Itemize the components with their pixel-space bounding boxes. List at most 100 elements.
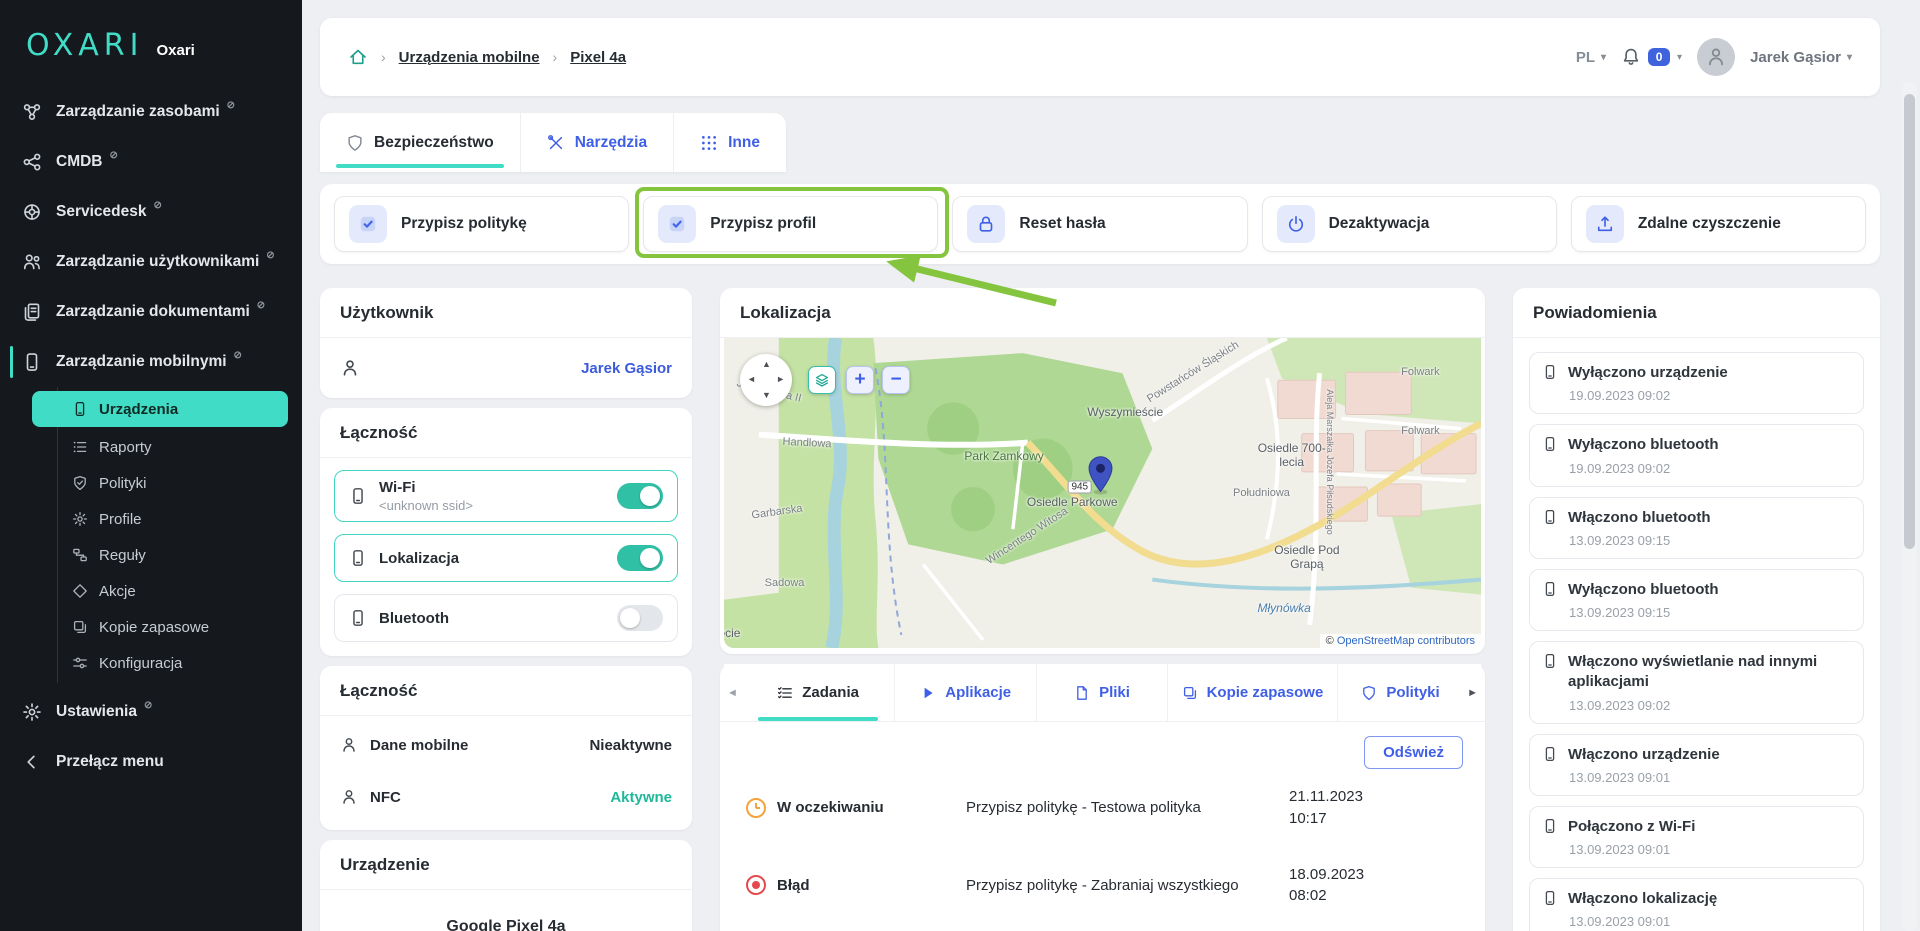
sidebar-item-users[interactable]: Zarządzanie użytkownikami ⊘ [0,237,302,287]
pan-down-icon[interactable]: ▼ [762,391,771,400]
sidebar-item-toggle-menu[interactable]: Przełącz menu [0,737,302,787]
task-datetime: 18.09.2023 08:02 [1289,864,1459,908]
left-column: Użytkownik Jarek Gąsior Łączność Wi-Fi <… [320,288,692,931]
smartphone-icon [1542,818,1558,834]
notification-count-badge: 0 [1648,48,1670,66]
task-row[interactable]: W oczekiwaniu Przypisz politykę - Testow… [720,769,1485,847]
map-pan-control[interactable]: ▲ ▼ ◄ ► [740,354,792,406]
notification-item[interactable]: Włączono urządzenie 13.09.2023 09:01 [1529,734,1864,796]
pending-clock-icon [746,798,766,818]
map-label: Wyszymieście [1087,405,1163,419]
cmdb-icon [22,152,42,172]
notification-item[interactable]: Włączono wyświetlanie nad innymi aplikac… [1529,641,1864,724]
location-toggle[interactable] [617,545,663,571]
sidebar-subitem-backups[interactable]: Kopie zapasowe [58,609,302,645]
vertical-scrollbar[interactable] [1902,82,1917,931]
pan-right-icon[interactable]: ► [776,375,785,384]
notifications-menu[interactable]: 0 ▾ [1621,47,1682,67]
chevron-down-icon: ▾ [1601,52,1606,63]
refresh-button[interactable]: Odśwież [1364,736,1463,769]
tab-tools[interactable]: Narzędzia [521,113,674,172]
sidebar-item-label: Zarządzanie dokumentami [56,303,250,321]
map-label: Młynówka [1257,601,1310,615]
wifi-ssid: <unknown ssid> [379,498,473,513]
pan-up-icon[interactable]: ▲ [762,360,771,369]
tab-security[interactable]: Bezpieczeństwo [320,113,521,172]
sidebar-item-documents[interactable]: Zarządzanie dokumentami ⊘ [0,287,302,337]
sidebar-item-settings[interactable]: Ustawienia ⊘ [0,687,302,737]
tab-tasks[interactable]: Zadania [742,664,895,721]
task-row[interactable]: Błąd Przypisz politykę - Zabraniaj wszys… [720,847,1485,925]
sidebar-subitem-configuration[interactable]: Konfiguracja [58,645,302,681]
tab-label: Narzędzia [575,134,647,152]
user-link[interactable]: Jarek Gąsior [581,360,672,377]
zoom-out-button[interactable]: − [882,366,910,394]
pan-left-icon[interactable]: ◄ [747,375,756,384]
assign-policy-button[interactable]: Przypisz politykę [334,196,629,252]
sidebar-item-assets[interactable]: Zarządzanie zasobami ⊘ [0,87,302,137]
sidebar-subitem-reports[interactable]: Raporty [58,429,302,465]
smartphone-icon [72,401,88,417]
tasks-tabbar: ◄ Zadania Aplikacje Pliki [720,664,1485,722]
tab-other[interactable]: Inne [674,113,786,172]
map-layers-button[interactable] [808,366,836,394]
home-icon[interactable] [348,47,368,67]
assign-profile-button[interactable]: Przypisz profil [643,196,938,252]
tab-applications[interactable]: Aplikacje [895,664,1037,721]
sidebar-subitem-profiles[interactable]: Profile [58,501,302,537]
sidebar-item-cmdb[interactable]: CMDB ⊘ [0,137,302,187]
breadcrumb-separator: › [381,49,386,65]
tab-files[interactable]: Pliki [1037,664,1168,721]
tab-policies[interactable]: Polityki [1338,664,1463,721]
module-badge-icon: ⊘ [110,150,118,161]
wifi-toggle[interactable] [617,483,663,509]
sidebar-item-mobile-management[interactable]: Zarządzanie mobilnymi ⊘ [0,337,302,387]
sidebar-subitem-label: Reguły [99,547,146,564]
map[interactable]: Wyszymieście Park Zamkowy Osiedle Parkow… [724,338,1481,648]
sidebar-subitem-devices[interactable]: Urządzenia [32,391,288,427]
sliders-icon [72,655,88,671]
notification-item[interactable]: Wyłączono bluetooth 13.09.2023 09:15 [1529,569,1864,631]
card-title: Powiadomienia [1513,288,1880,338]
zoom-in-button[interactable]: + [846,366,874,394]
task-time: 08:02 [1289,885,1459,907]
notification-item[interactable]: Wyłączono bluetooth 19.09.2023 09:02 [1529,424,1864,486]
task-row[interactable]: ✓ Wykonano Nowa polityka - Zabraniaj wsz… [720,924,1485,931]
power-icon [1277,205,1315,243]
tab-label: Polityki [1386,684,1439,701]
map-label: Sadowa [765,577,805,589]
remote-wipe-button[interactable]: Zdalne czyszczenie [1571,196,1866,252]
scrollbar-thumb[interactable] [1904,94,1915,549]
smartphone-icon [1542,581,1558,597]
sidebar-item-servicedesk[interactable]: Servicedesk ⊘ [0,187,302,237]
tabs-scroll-left-icon[interactable]: ◄ [724,664,741,721]
logo[interactable]: OXARI Oxari [0,0,302,79]
map-label: Południowa [1233,487,1290,499]
tabs-scroll-right-icon[interactable]: ► [1464,664,1481,721]
breadcrumb-mobile-devices[interactable]: Urządzenia mobilne [399,49,540,66]
notification-item[interactable]: Połączono z Wi-Fi 13.09.2023 09:01 [1529,806,1864,868]
breadcrumb-device[interactable]: Pixel 4a [570,49,626,66]
notification-item[interactable]: Włączono lokalizację 13.09.2023 09:01 [1529,878,1864,931]
sidebar-subitem-rules[interactable]: Reguły [58,537,302,573]
notification-date: 13.09.2023 09:01 [1569,770,1851,785]
notification-item[interactable]: Włączono bluetooth 13.09.2023 09:15 [1529,497,1864,559]
user-menu[interactable]: Jarek Gąsior ▾ [1750,49,1852,66]
deactivate-button[interactable]: Dezaktywacja [1262,196,1557,252]
reset-password-button[interactable]: Reset hasła [952,196,1247,252]
nfc-label: NFC [370,789,401,806]
sidebar-subitem-actions[interactable]: Akcje [58,573,302,609]
notification-item[interactable]: Wyłączono urządzenie 19.09.2023 09:02 [1529,352,1864,414]
osm-link[interactable]: OpenStreetMap [1337,635,1415,647]
main-area: › Urządzenia mobilne › Pixel 4a PL ▾ 0 ▾… [302,0,1920,931]
sidebar-item-label: CMDB [56,153,103,171]
right-column: Powiadomienia Wyłączono urządzenie 19.09… [1513,288,1880,931]
notification-text: Włączono wyświetlanie nad innymi aplikac… [1568,652,1851,693]
bluetooth-toggle[interactable] [617,605,663,631]
smartphone-icon [1542,746,1558,762]
tab-backups[interactable]: Kopie zapasowe [1168,664,1338,721]
language-selector[interactable]: PL ▾ [1576,49,1606,66]
sidebar-subitem-policies[interactable]: Polityki [58,465,302,501]
smartphone-icon [349,487,367,505]
avatar[interactable] [1697,38,1735,76]
